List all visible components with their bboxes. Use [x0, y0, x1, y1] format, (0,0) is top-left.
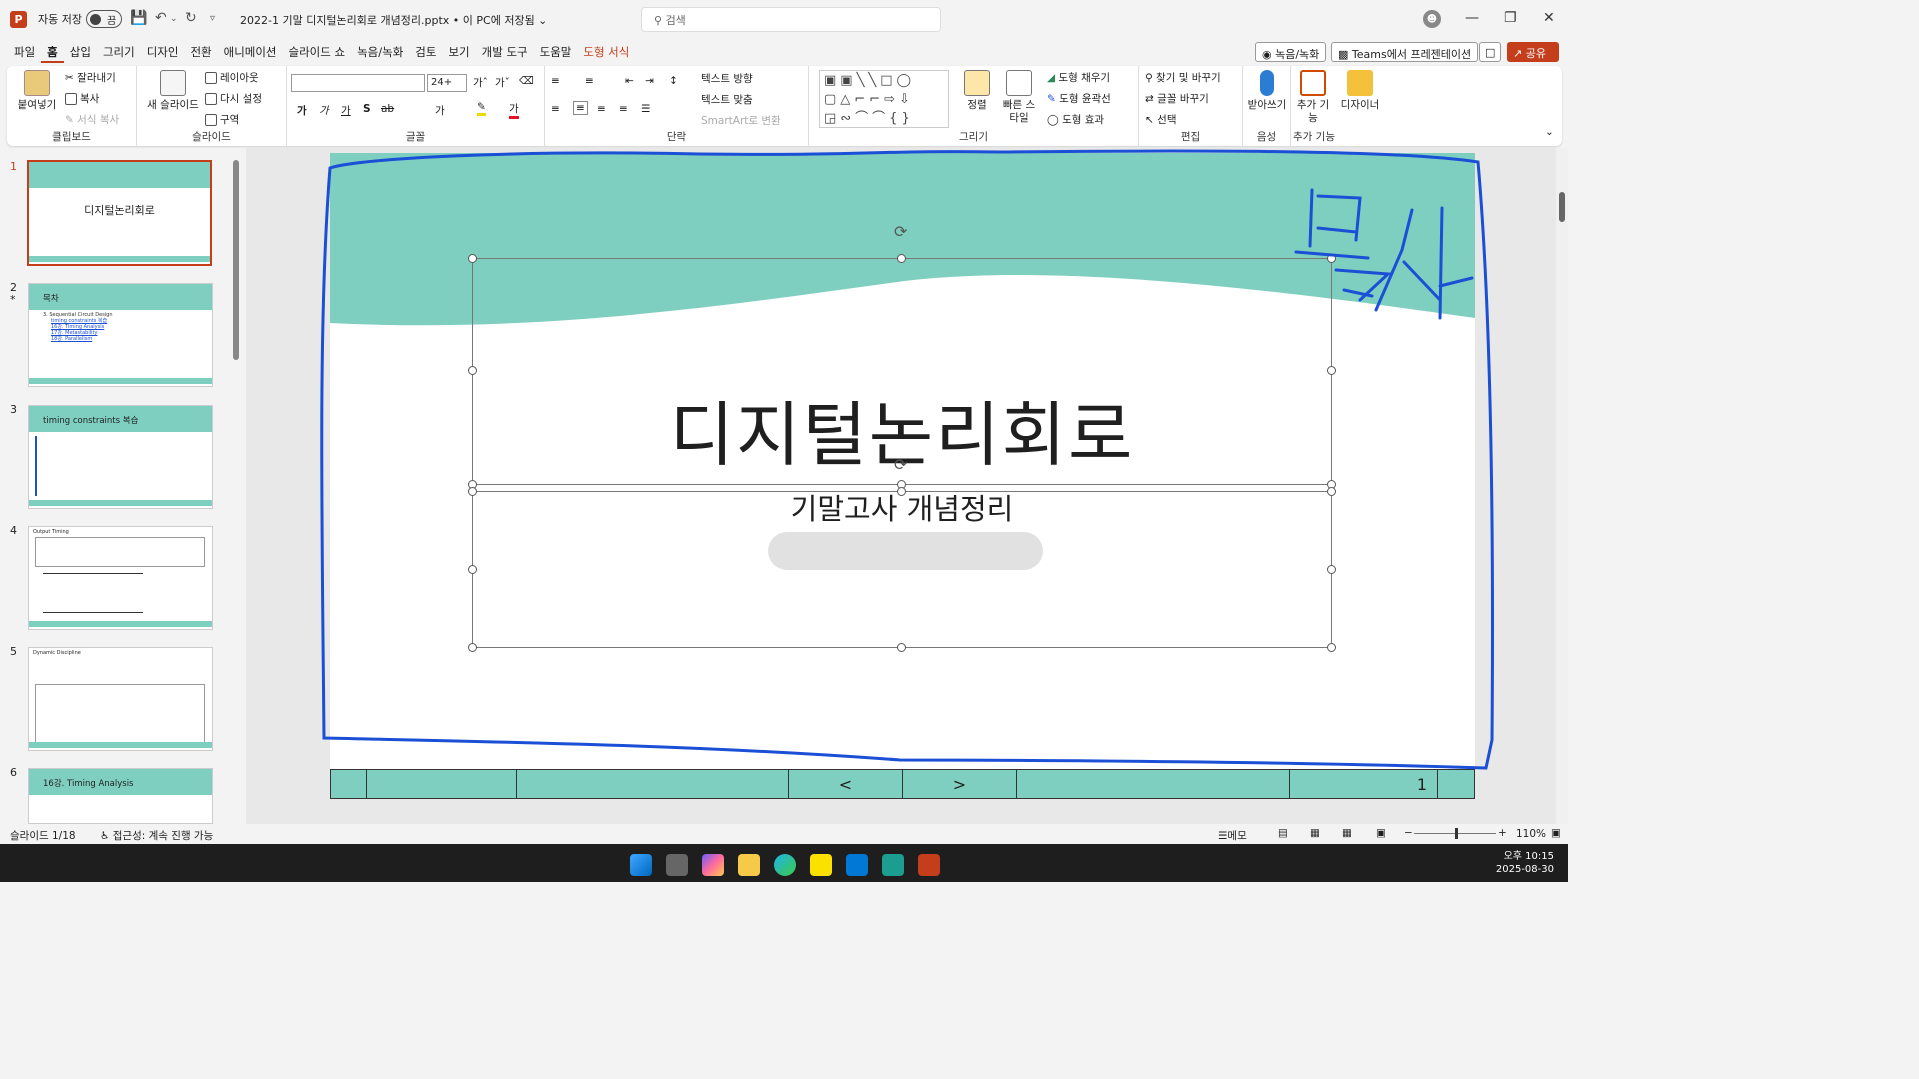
- task-view-icon[interactable]: [666, 854, 688, 876]
- notes-label: 메모: [1227, 830, 1247, 842]
- edge-icon[interactable]: [774, 854, 796, 876]
- zoom-out-icon[interactable]: −: [1404, 827, 1413, 839]
- fit-slide-icon[interactable]: ▣: [1551, 827, 1561, 839]
- start-icon[interactable]: [630, 854, 652, 876]
- clock-date: 2025-08-30: [1495, 864, 1554, 875]
- file-explorer-icon[interactable]: [738, 854, 760, 876]
- kakaotalk-icon[interactable]: [810, 854, 832, 876]
- normal-view-icon[interactable]: ▤: [1278, 827, 1288, 839]
- reading-view-icon[interactable]: ▦: [1342, 827, 1352, 839]
- clock-time: 오후 10:15: [1503, 851, 1554, 862]
- app-icon[interactable]: [882, 854, 904, 876]
- vscode-icon[interactable]: [846, 854, 868, 876]
- accessibility-label: 접근성: 계속 진행 가능: [112, 830, 214, 842]
- notes-button[interactable]: ☰메모: [1218, 828, 1247, 843]
- copilot-icon[interactable]: [702, 854, 724, 876]
- system-clock[interactable]: 오후 10:15 2025-08-30: [1496, 850, 1554, 876]
- ink-annotation: [320, 149, 1494, 770]
- zoom-level[interactable]: 110%: [1516, 828, 1546, 840]
- windows-taskbar: 오후 10:15 2025-08-30: [0, 844, 1568, 882]
- editor-scrollbar[interactable]: [1556, 148, 1568, 824]
- zoom-in-icon[interactable]: +: [1498, 827, 1507, 839]
- editor-scrollbar-thumb[interactable]: [1559, 192, 1565, 222]
- status-bar: 슬라이드 1/18 ♿ 접근성: 계속 진행 가능 ☰메모 ▤ ▦ ▦ ▣ − …: [0, 824, 1568, 844]
- zoom-slider-thumb[interactable]: [1455, 828, 1458, 839]
- accessibility-icon: ♿: [100, 830, 110, 842]
- slide-count[interactable]: 슬라이드 1/18: [10, 828, 76, 843]
- accessibility-status[interactable]: ♿ 접근성: 계속 진행 가능: [100, 828, 213, 843]
- notes-icon: ☰: [1218, 830, 1228, 842]
- powerpoint-taskbar-icon[interactable]: [918, 854, 940, 876]
- slide-sorter-icon[interactable]: ▦: [1310, 827, 1320, 839]
- slideshow-icon[interactable]: ▣: [1376, 827, 1386, 839]
